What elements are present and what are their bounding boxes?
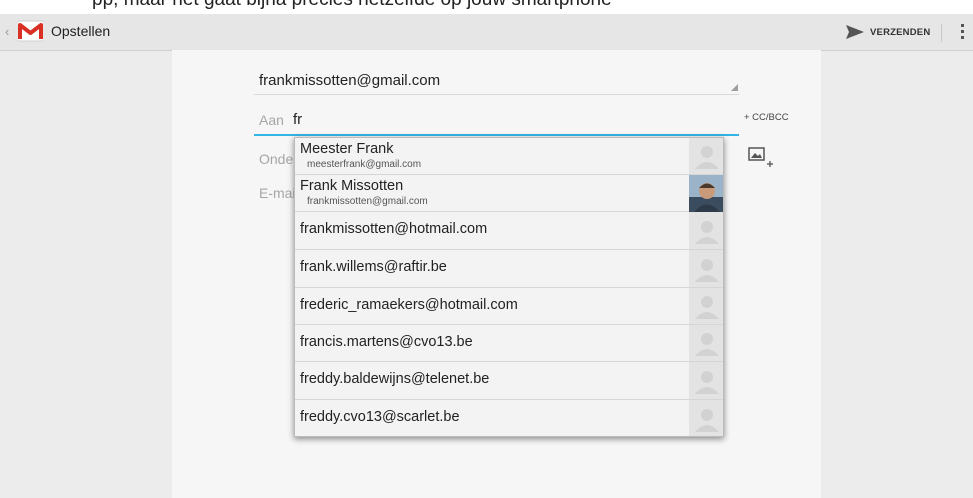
suggestion-item[interactable]: Frank Missotten frankmissotten@gmail.com (295, 175, 723, 212)
default-avatar-icon (689, 212, 723, 249)
to-input[interactable]: fr (293, 111, 302, 128)
default-avatar-icon (689, 138, 723, 174)
suggestion-email: francis.martens@cvo13.be (300, 334, 473, 350)
send-button[interactable]: VERZENDEN (846, 19, 930, 45)
page-title: Opstellen (51, 23, 111, 39)
suggestion-name: Meester Frank (300, 141, 394, 157)
default-avatar-icon (689, 288, 723, 324)
default-avatar-icon (689, 325, 723, 361)
add-picture-icon[interactable] (748, 146, 774, 170)
cropped-caption-text: pp, maar het gaat bijna precies hetzelfd… (92, 0, 612, 11)
default-avatar-icon (689, 250, 723, 287)
cropped-caption: pp, maar het gaat bijna precies hetzelfd… (0, 0, 973, 14)
suggestion-item[interactable]: freddy.baldewijns@telenet.be (295, 362, 723, 400)
suggestion-email: meesterfrank@gmail.com (307, 159, 422, 170)
contact-photo (689, 175, 723, 212)
suggestion-item[interactable]: frank.willems@raftir.be (295, 250, 723, 288)
field-divider (254, 94, 739, 95)
suggestion-email: freddy.baldewijns@telenet.be (300, 371, 490, 387)
suggestion-email: freddy.cvo13@scarlet.be (300, 409, 460, 425)
default-avatar-icon (689, 362, 723, 399)
to-field-underline (254, 134, 739, 136)
suggestion-name: Frank Missotten (300, 178, 404, 194)
suggestion-item[interactable]: freddy.cvo13@scarlet.be (295, 400, 723, 436)
dropdown-caret-icon (731, 84, 738, 91)
to-field-label: Aan (259, 112, 284, 128)
suggestion-email: frankmissotten@gmail.com (307, 196, 428, 207)
chevron-left-icon[interactable]: ‹ (5, 24, 9, 39)
suggestion-item[interactable]: frederic_ramaekers@hotmail.com (295, 288, 723, 325)
suggestion-email: frankmissotten@hotmail.com (300, 221, 488, 237)
suggestion-item[interactable]: francis.martens@cvo13.be (295, 325, 723, 362)
autocomplete-dropdown: Meester Frank meesterfrank@gmail.com Fra… (294, 137, 724, 437)
suggestion-item[interactable]: frankmissotten@hotmail.com (295, 212, 723, 250)
suggestion-email: frederic_ramaekers@hotmail.com (300, 297, 518, 313)
default-avatar-icon (689, 400, 723, 436)
suggestion-item[interactable]: Meester Frank meesterfrank@gmail.com (295, 138, 723, 175)
overflow-menu-icon[interactable] (956, 22, 968, 44)
action-bar-divider (941, 24, 942, 42)
suggestion-email: frank.willems@raftir.be (300, 259, 447, 275)
from-account-select[interactable]: frankmissotten@gmail.com (259, 72, 440, 89)
gmail-logo-icon[interactable] (17, 19, 44, 43)
send-button-label: VERZENDEN (870, 26, 931, 38)
cc-bcc-button[interactable]: + CC/BCC (744, 112, 789, 123)
action-bar: ‹ Opstellen VERZENDEN (0, 14, 973, 51)
send-arrow-icon (846, 25, 864, 39)
